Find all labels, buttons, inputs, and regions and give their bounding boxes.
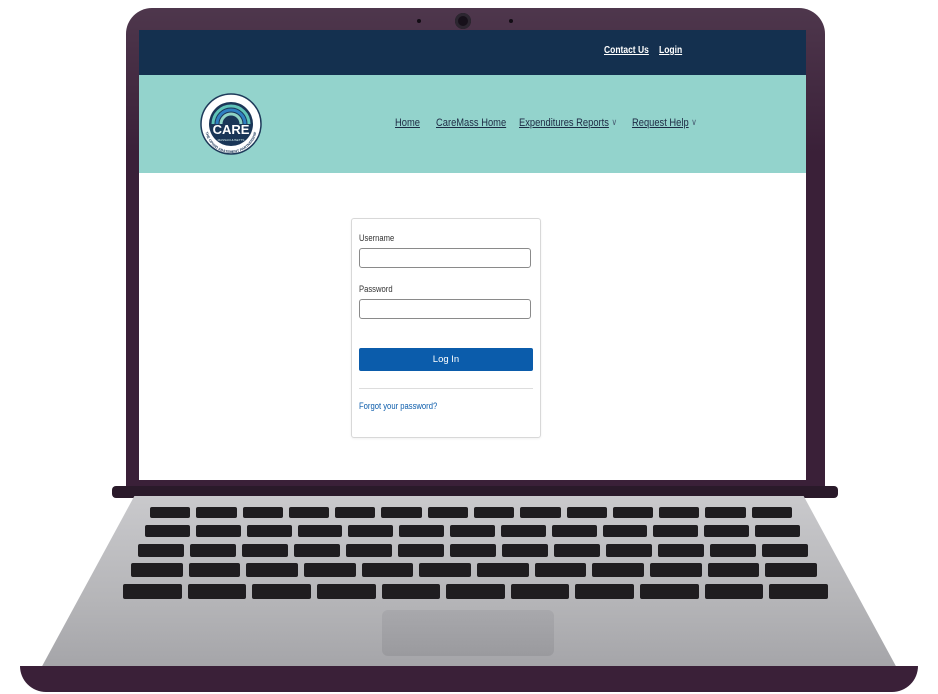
nav-item-expenditures-reports[interactable]: Expenditures Reports ∨ (519, 117, 617, 129)
utility-bar: Contact Us Login (139, 30, 806, 75)
trackpad (382, 610, 554, 656)
sensor-dot-right (509, 19, 513, 23)
password-label: Password (359, 284, 393, 294)
webcam-icon (455, 13, 471, 29)
sensor-dot-left (417, 19, 421, 23)
nav-item-caremass-home[interactable]: CareMass Home (436, 117, 506, 129)
divider (359, 388, 533, 389)
care-logo[interactable]: CARE MASSACHUSETTS THE OPIOID ABATEMENT … (199, 87, 263, 161)
chevron-down-icon: ∨ (611, 117, 618, 127)
laptop-screen: Contact Us Login CARE MASSACHUSETTS THE … (139, 30, 806, 480)
nav-item-home[interactable]: Home (395, 117, 420, 129)
nav-item-request-help[interactable]: Request Help ∨ (632, 117, 697, 129)
nav-item-label: Request Help (632, 117, 689, 129)
nav-item-label: Home (395, 117, 420, 129)
login-card: Username Password Log In Forgot your pas… (351, 218, 541, 438)
main-navigation: CARE MASSACHUSETTS THE OPIOID ABATEMENT … (139, 75, 806, 173)
chevron-down-icon: ∨ (691, 117, 697, 127)
contact-us-link[interactable]: Contact Us (604, 45, 649, 56)
nav-item-label: Expenditures Reports (519, 117, 609, 129)
username-input[interactable] (359, 248, 531, 268)
logo-tagline: MASSACHUSETTS (218, 138, 245, 142)
forgot-password-link[interactable]: Forgot your password? (359, 401, 437, 411)
password-input[interactable] (359, 299, 531, 319)
login-button[interactable]: Log In (359, 348, 533, 371)
login-link[interactable]: Login (659, 45, 682, 56)
laptop-base-edge (20, 666, 918, 692)
logo-wordmark: CARE (213, 122, 250, 137)
username-label: Username (359, 233, 395, 243)
nav-item-label: CareMass Home (436, 117, 507, 129)
